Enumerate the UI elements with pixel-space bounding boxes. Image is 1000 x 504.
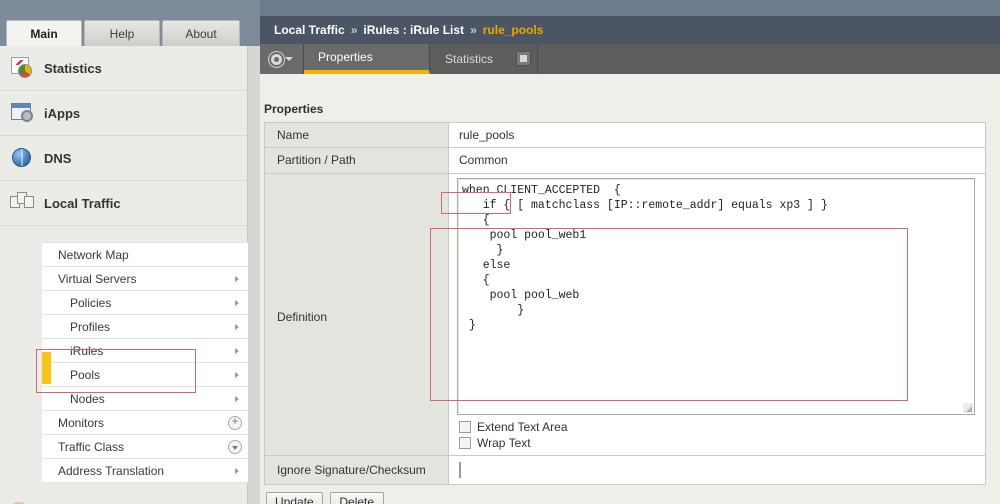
tab-about[interactable]: About [162,20,240,46]
chevron-down-icon [285,57,293,61]
sidebar-item-local-traffic[interactable]: Local Traffic [0,181,247,226]
sidebar: Main Help About Statistics iApps [0,16,260,504]
tab-properties[interactable]: Properties [304,44,430,74]
sidebar-item-monitors-label: Monitors [42,416,104,430]
statistics-chart-icon [10,57,34,79]
value-name: rule_pools [449,123,985,147]
top-chrome-strip [0,0,1000,16]
delete-button[interactable]: Delete [330,492,384,504]
table-row-name: Name rule_pools [265,123,985,148]
extend-text-area-row[interactable]: Extend Text Area [459,420,568,434]
breadcrumb-separator-icon: » [470,23,477,37]
tab-main-label: Main [30,27,57,41]
breadcrumb-middle[interactable]: iRules : iRule List [363,23,464,37]
breadcrumb-root[interactable]: Local Traffic [274,23,345,37]
definition-code: when CLIENT_ACCEPTED { if { [ matchclass… [458,179,974,333]
properties-content: Properties Name rule_pools Partition / P… [260,74,1000,504]
chevron-right-icon [235,300,239,306]
wrap-text-checkbox[interactable] [459,437,471,449]
local-traffic-submenu: Network Map Virtual Servers Policies Pro… [42,242,248,483]
sidebar-item-dns[interactable]: DNS [0,136,247,181]
wrap-text-row[interactable]: Wrap Text [459,436,531,450]
definition-textarea[interactable]: when CLIENT_ACCEPTED { if { [ matchclass… [457,178,975,415]
ignore-signature-checkbox[interactable] [459,462,461,478]
panel-menu-button[interactable] [260,44,304,74]
dns-globe-icon [10,147,34,169]
value-ignore-signature [449,456,985,484]
extend-text-area-checkbox[interactable] [459,421,471,433]
chevron-right-icon [235,468,239,474]
sidebar-item-irules-label: iRules [42,344,103,358]
sidebar-item-irules[interactable]: iRules [42,339,248,363]
table-row-partition: Partition / Path Common [265,148,985,174]
value-partition-path: Common [449,148,985,173]
form-actions: Update Delete [266,492,384,504]
panel-tab-bar: Properties Statistics [260,44,1000,74]
tab-about-label: About [185,27,216,41]
tab-properties-label: Properties [318,50,373,64]
sidebar-item-address-translation-label: Address Translation [42,464,164,478]
update-button[interactable]: Update [266,492,323,504]
sidebar-item-traffic-class[interactable]: Traffic Class [42,435,248,459]
breadcrumb-current: rule_pools [483,23,544,37]
table-row-ignore-signature: Ignore Signature/Checksum [265,456,985,485]
sidebar-item-policies[interactable]: Policies [42,291,248,315]
chevron-right-icon [235,324,239,330]
main-panel: Local Traffic » iRules : iRule List » ru… [260,16,1000,504]
tab-statistics[interactable]: Statistics [431,44,538,74]
sidebar-item-nodes[interactable]: Nodes [42,387,248,411]
sidebar-item-monitors[interactable]: Monitors [42,411,248,435]
expand-square-icon[interactable] [516,51,531,66]
circle-plus-icon[interactable] [228,416,242,430]
label-partition-path: Partition / Path [265,148,449,173]
breadcrumb: Local Traffic » iRules : iRule List » ru… [260,16,1000,44]
page-title: Properties [264,102,323,116]
sidebar-item-statistics-label: Statistics [44,61,102,76]
sidebar-item-pools[interactable]: Pools [42,363,248,387]
table-row-definition: Definition when CLIENT_ACCEPTED { if { [… [265,174,985,456]
sidebar-item-profiles-label: Profiles [42,320,110,334]
properties-table: Name rule_pools Partition / Path Common … [264,122,986,485]
sidebar-item-network-map-label: Network Map [42,248,129,262]
sidebar-tab-strip: Main Help About [0,16,260,46]
iapps-window-gear-icon [10,102,34,124]
sidebar-item-virtual-servers[interactable]: Virtual Servers [42,267,248,291]
irules-selection-marker [42,352,51,384]
breadcrumb-separator-icon: » [351,23,358,37]
sidebar-item-statistics[interactable]: Statistics [0,46,247,91]
chevron-right-icon [235,276,239,282]
gear-icon [271,54,282,65]
chevron-right-icon [235,396,239,402]
label-ignore-signature: Ignore Signature/Checksum [265,456,449,484]
browser-page: Main Help About Statistics iApps [0,0,1000,504]
label-definition: Definition [265,174,449,455]
sidebar-item-dns-label: DNS [44,151,71,166]
chevron-right-icon [235,348,239,354]
value-definition: when CLIENT_ACCEPTED { if { [ matchclass… [449,174,985,455]
tab-main[interactable]: Main [6,20,82,46]
resize-handle[interactable] [963,403,973,413]
sidebar-item-iapps[interactable]: iApps [0,91,247,136]
extend-text-area-label: Extend Text Area [477,420,568,434]
wrap-text-label: Wrap Text [477,436,531,450]
sidebar-item-virtual-servers-label: Virtual Servers [42,272,136,286]
tab-help-label: Help [110,27,135,41]
top-chrome-left [0,0,260,16]
sidebar-item-profiles[interactable]: Profiles [42,315,248,339]
sidebar-item-iapps-label: iApps [44,106,80,121]
chevron-right-icon [235,372,239,378]
circle-caret-down-icon[interactable] [228,440,242,454]
local-traffic-boxes-icon [10,192,34,214]
sidebar-item-nodes-label: Nodes [42,392,105,406]
sidebar-item-policies-label: Policies [42,296,111,310]
sidebar-item-network-map[interactable]: Network Map [42,243,248,267]
label-name: Name [265,123,449,147]
sidebar-item-local-traffic-label: Local Traffic [44,196,121,211]
sidebar-item-traffic-class-label: Traffic Class [42,440,124,454]
tab-help[interactable]: Help [84,20,160,46]
sidebar-modules: Statistics iApps DNS Local Traffic [0,46,248,504]
tab-statistics-label: Statistics [445,52,493,66]
sidebar-item-address-translation[interactable]: Address Translation [42,459,248,483]
